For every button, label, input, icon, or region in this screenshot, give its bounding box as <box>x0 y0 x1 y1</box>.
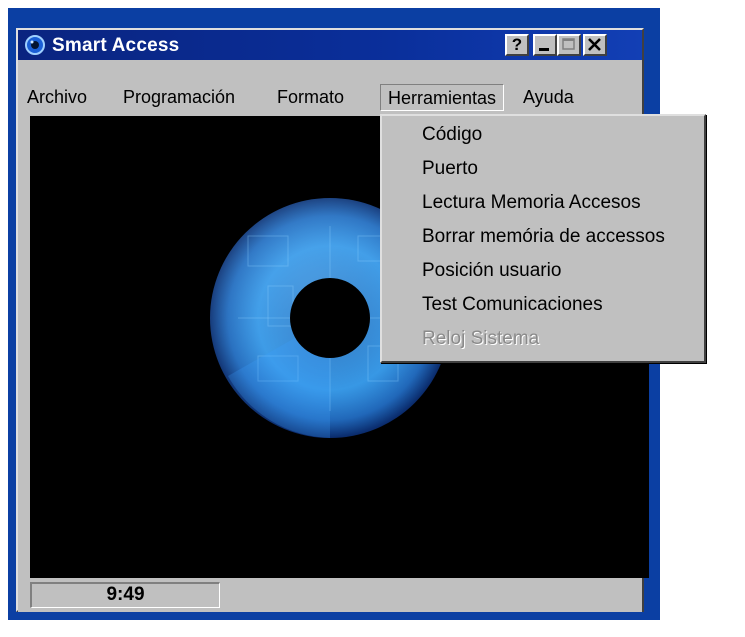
menu-item-posicion-usuario[interactable]: Posición usuario <box>422 260 561 282</box>
menu-item-puerto[interactable]: Puerto <box>422 158 478 180</box>
herramientas-dropdown: Código Puerto Lectura Memoria Accesos Bo… <box>380 114 706 363</box>
close-icon <box>588 38 601 51</box>
menu-item-reloj-sistema: Reloj Sistema <box>422 328 540 349</box>
menu-item-test-comunicaciones[interactable]: Test Comunicaciones <box>422 294 603 316</box>
title-bar[interactable]: Smart Access ? <box>18 30 642 60</box>
app-logo-icon[interactable] <box>24 34 46 56</box>
status-bar: 9:49 <box>18 578 642 612</box>
clock-display: 9:49 <box>30 582 220 608</box>
menu-formato[interactable]: Formato <box>270 84 351 111</box>
maximize-icon <box>562 38 575 50</box>
help-button[interactable]: ? <box>505 34 529 56</box>
minimize-button[interactable] <box>533 34 557 56</box>
menu-herramientas[interactable]: Herramientas <box>380 84 505 111</box>
menu-archivo[interactable]: Archivo <box>20 84 94 111</box>
menu-item-codigo[interactable]: Código <box>422 124 482 146</box>
menu-programacion[interactable]: Programación <box>116 84 242 111</box>
minimize-icon <box>539 48 549 51</box>
window-title: Smart Access <box>52 35 180 56</box>
menu-item-lectura-memoria[interactable]: Lectura Memoria Accesos <box>422 192 641 214</box>
close-button[interactable] <box>583 34 607 56</box>
menu-bar: Archivo Programación Formato Herramienta… <box>18 80 642 114</box>
menu-item-borrar-memoria[interactable]: Borrar memória de accessos <box>422 226 665 248</box>
menu-ayuda[interactable]: Ayuda <box>516 84 581 111</box>
maximize-button[interactable] <box>557 34 581 56</box>
